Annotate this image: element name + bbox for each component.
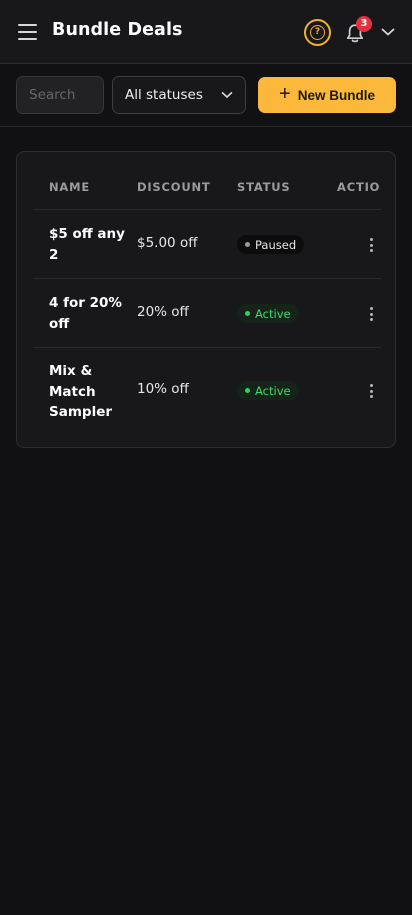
status-dot: [245, 242, 250, 247]
status-filter-value: All statuses: [125, 87, 203, 103]
row-actions-menu-icon[interactable]: [367, 382, 377, 400]
status-badge: Active: [237, 381, 299, 400]
status-dot: [245, 388, 250, 393]
app-header: Bundle Deals ? 3: [0, 0, 412, 64]
table-row[interactable]: $5 off any 2 $5.00 off Paused: [33, 209, 381, 278]
bundles-table[interactable]: NAME DISCOUNT STATUS ACTIONS $5 off any …: [33, 152, 381, 447]
row-actions-menu-icon[interactable]: [367, 236, 377, 254]
toolbar-divider: [0, 126, 412, 127]
row-actions-menu-icon[interactable]: [367, 305, 377, 323]
bundle-name: 4 for 20% off: [49, 295, 122, 332]
status-filter-select[interactable]: All statuses: [112, 76, 246, 114]
column-header-actions: ACTIONS: [337, 180, 381, 194]
menu-icon[interactable]: [18, 24, 37, 40]
notification-count-badge: 3: [356, 16, 372, 32]
status-badge: Paused: [237, 235, 305, 254]
help-icon: ?: [310, 25, 325, 40]
bundle-discount: 10% off: [137, 381, 189, 397]
bundle-name: Mix & Match Sampler: [49, 363, 113, 420]
column-header-discount[interactable]: DISCOUNT: [137, 180, 211, 194]
page-title: Bundle Deals: [52, 20, 183, 40]
bundle-discount: $5.00 off: [137, 235, 198, 251]
search-input[interactable]: [16, 76, 104, 114]
bundles-table-card: NAME DISCOUNT STATUS ACTIONS $5 off any …: [16, 151, 396, 448]
status-dot: [245, 311, 250, 316]
new-bundle-label: New Bundle: [297, 87, 375, 103]
status-label: Paused: [255, 237, 297, 252]
chevron-down-icon[interactable]: [381, 27, 395, 37]
column-header-status[interactable]: STATUS: [237, 180, 291, 194]
table-row[interactable]: 4 for 20% off 20% off Active: [33, 278, 381, 347]
column-header-name[interactable]: NAME: [49, 180, 90, 194]
status-label: Active: [255, 383, 291, 398]
help-button[interactable]: ?: [304, 19, 331, 46]
bundle-discount: 20% off: [137, 304, 189, 320]
notifications-button[interactable]: 3: [344, 16, 372, 46]
new-bundle-button[interactable]: + New Bundle: [258, 77, 396, 113]
table-row[interactable]: Mix & Match Sampler 10% off Active: [33, 347, 381, 435]
chevron-down-icon: [221, 92, 233, 98]
plus-icon: +: [279, 83, 291, 105]
bundle-name: $5 off any 2: [49, 226, 125, 263]
status-label: Active: [255, 306, 291, 321]
status-badge: Active: [237, 304, 299, 323]
